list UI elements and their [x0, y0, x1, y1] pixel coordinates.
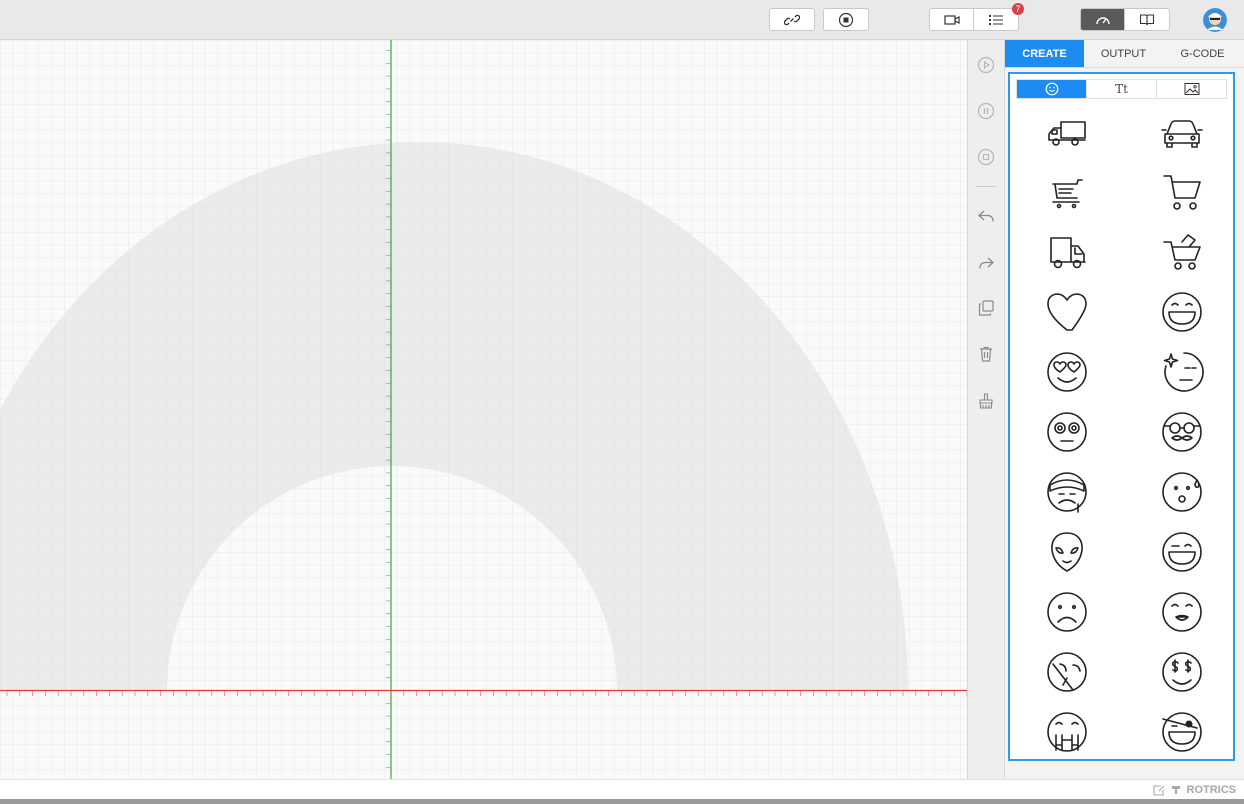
- grid-canvas: [0, 40, 967, 779]
- sparkle-face-icon: [1163, 352, 1204, 392]
- brand-name: ROTRICS: [1186, 784, 1237, 796]
- camera-button[interactable]: [930, 9, 974, 30]
- dizzy-face-icon: [1047, 412, 1087, 452]
- subtab-image[interactable]: [1157, 80, 1226, 98]
- bandage-face-icon: [1047, 472, 1087, 513]
- delete-button[interactable]: [976, 344, 996, 364]
- pause-icon: [977, 102, 995, 120]
- panel-tabs: CREATE OUTPUT G-CODE: [1005, 40, 1244, 68]
- cart-with-box-icon: [1163, 234, 1201, 270]
- shape-item[interactable]: [1157, 588, 1207, 636]
- shape-item[interactable]: [1042, 168, 1092, 216]
- list-icon: [989, 14, 1003, 25]
- shape-item[interactable]: [1157, 228, 1207, 276]
- alien-icon: [1051, 532, 1083, 572]
- create-subtabs: Tt: [1016, 79, 1227, 99]
- undo-button[interactable]: [976, 206, 996, 226]
- task-count-badge: 7: [1012, 3, 1024, 15]
- duplicate-button[interactable]: [976, 298, 996, 318]
- connect-button[interactable]: [769, 8, 815, 31]
- camera-icon: [943, 14, 960, 25]
- rotrics-logo-icon: [1171, 786, 1180, 794]
- desktop-strip: [0, 799, 1244, 804]
- top-toolbar: 7: [0, 0, 1244, 40]
- tab-output[interactable]: OUTPUT: [1084, 40, 1163, 67]
- redo-icon: [979, 257, 994, 269]
- kissing-face-icon: [1162, 592, 1202, 632]
- subtab-shapes[interactable]: [1017, 80, 1087, 98]
- shape-item[interactable]: [1042, 708, 1092, 756]
- shape-item[interactable]: [1157, 468, 1207, 516]
- trash-icon: [980, 346, 992, 362]
- delivery-van-icon: [1050, 237, 1086, 269]
- speedometer-icon: [1095, 16, 1110, 24]
- surprised-sweat-icon: [1162, 472, 1202, 512]
- stop-icon: [838, 12, 854, 27]
- pirate-face-icon: [1162, 712, 1202, 752]
- stop-icon: [977, 148, 995, 166]
- brush-icon: [979, 393, 993, 409]
- book-icon: [1139, 13, 1155, 25]
- shape-item[interactable]: [1042, 588, 1092, 636]
- sad-face-icon: [1047, 592, 1087, 632]
- toolbar-divider: [976, 186, 996, 187]
- stop-button[interactable]: [823, 8, 869, 31]
- clear-button[interactable]: [976, 391, 996, 411]
- heart-icon: [1047, 293, 1087, 331]
- grin-icon: [1162, 292, 1202, 332]
- car-icon: [1161, 120, 1203, 148]
- edit-toolbar: [967, 40, 1005, 779]
- shape-item[interactable]: [1157, 348, 1207, 396]
- nerd-mustache-icon: [1162, 412, 1202, 452]
- shape-item[interactable]: [1042, 108, 1092, 156]
- cart-list-icon: [1052, 179, 1083, 209]
- image-icon: [1184, 83, 1199, 95]
- workspace-button[interactable]: [1081, 9, 1125, 30]
- subtab-text[interactable]: Tt: [1087, 80, 1157, 98]
- user-avatar[interactable]: [1203, 8, 1227, 32]
- shape-item[interactable]: [1042, 228, 1092, 276]
- wink-icon: [1162, 532, 1202, 572]
- pause-button[interactable]: [976, 101, 996, 121]
- shape-item[interactable]: [1157, 708, 1207, 756]
- shape-item[interactable]: [1042, 528, 1092, 576]
- mode-toggle-group: [1080, 8, 1170, 31]
- brand: ROTRICS: [1152, 784, 1237, 796]
- crying-tear-icon: [1047, 652, 1087, 692]
- stop-run-button[interactable]: [976, 147, 996, 167]
- heart-eyes-icon: [1047, 352, 1087, 392]
- redo-button[interactable]: [976, 253, 996, 273]
- create-panel: Tt: [1008, 72, 1235, 761]
- shape-item[interactable]: [1157, 648, 1207, 696]
- task-list-button[interactable]: [974, 9, 1018, 30]
- shape-item[interactable]: [1157, 408, 1207, 456]
- shape-item[interactable]: [1042, 288, 1092, 336]
- workspace-canvas[interactable]: [0, 40, 967, 779]
- view-toggle-group: [929, 8, 1019, 31]
- right-panel: CREATE OUTPUT G-CODE Tt: [1005, 40, 1244, 779]
- shape-item[interactable]: [1042, 648, 1092, 696]
- run-button[interactable]: [976, 55, 996, 75]
- link-icon: [784, 14, 800, 25]
- smiley-icon: [1045, 82, 1058, 96]
- shopping-cart-icon: [1163, 175, 1201, 210]
- truck-icon: [1048, 121, 1086, 146]
- shape-item[interactable]: [1042, 468, 1092, 516]
- shape-item[interactable]: [1157, 288, 1207, 336]
- copy-icon: [978, 300, 994, 316]
- shape-item[interactable]: [1042, 408, 1092, 456]
- grinning-hands-icon: [1047, 712, 1087, 752]
- money-eyes-icon: [1162, 652, 1202, 692]
- manual-button[interactable]: [1125, 9, 1169, 30]
- shape-item[interactable]: [1157, 108, 1207, 156]
- shape-item[interactable]: [1157, 168, 1207, 216]
- tab-create[interactable]: CREATE: [1005, 40, 1084, 67]
- shape-item[interactable]: [1042, 348, 1092, 396]
- tab-gcode[interactable]: G-CODE: [1163, 40, 1242, 67]
- play-icon: [977, 56, 995, 74]
- undo-icon: [978, 210, 994, 222]
- shape-item[interactable]: [1157, 528, 1207, 576]
- feedback-icon[interactable]: [1152, 784, 1165, 796]
- status-bar: ROTRICS: [0, 779, 1244, 799]
